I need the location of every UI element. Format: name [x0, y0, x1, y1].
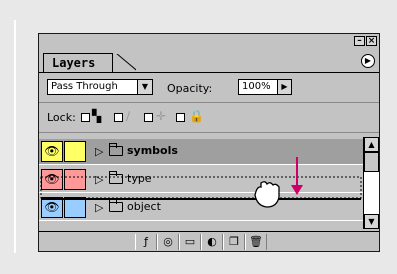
scroll-down-button[interactable]: ▼ [364, 214, 379, 229]
trash-icon[interactable]: 🗑 [245, 234, 267, 250]
background-bracket [0, 20, 16, 253]
brush-icon: ∕ [126, 109, 131, 123]
bottom-toolbar: ƒ ◎ ▭ ◐ ❐ 🗑 [39, 231, 379, 252]
scroll-thumb[interactable] [364, 152, 379, 172]
opacity-slider-button[interactable]: ▶ [278, 79, 292, 95]
title-bar[interactable]: – × [39, 34, 379, 50]
options-row: Pass Through ▼ Opacity: 100% ▶ [39, 76, 379, 100]
layer-scrollbar[interactable]: ▲ ▼ [363, 137, 379, 229]
add-mask-button[interactable]: ◎ [157, 234, 179, 250]
blend-mode-value: Pass Through [51, 81, 118, 92]
new-layer-button[interactable]: ❐ [223, 234, 245, 250]
hand-cursor-icon [254, 181, 280, 208]
lock-all-checkbox[interactable] [176, 113, 185, 122]
lock-label: Lock: [47, 111, 76, 124]
panel-menu-button[interactable]: ▶ [361, 54, 375, 68]
scroll-up-button[interactable]: ▲ [364, 137, 379, 152]
lock-icon: 🔒 [189, 109, 204, 123]
lock-image-checkbox[interactable] [114, 113, 123, 122]
layer-list: 👁 ▷ symbols 👁 ▷ type 👁 ▷ object [39, 137, 363, 229]
lock-row: Lock: ▚ ∕ ✛ 🔒 [39, 106, 379, 128]
chevron-down-icon[interactable]: ▼ [137, 80, 152, 94]
move-icon: ✛ [156, 109, 167, 123]
blend-mode-select[interactable]: Pass Through ▼ [47, 79, 153, 95]
tab-row: Layers ▶ [39, 50, 379, 73]
drag-overlay [40, 157, 362, 208]
transparency-icon: ▚ [92, 109, 102, 123]
divider [39, 102, 379, 103]
minimize-button[interactable]: – [354, 36, 365, 46]
opacity-label: Opacity: [167, 82, 213, 95]
opacity-input[interactable]: 100% [238, 79, 278, 95]
layer-style-button[interactable]: ƒ [135, 234, 157, 250]
layers-panel: – × Layers ▶ Pass Through ▼ Opacity: 100… [38, 33, 380, 252]
lock-position-checkbox[interactable] [144, 113, 153, 122]
adjustment-layer-button[interactable]: ◐ [201, 234, 223, 250]
tab-edge [112, 54, 136, 72]
tab-layers[interactable]: Layers [43, 53, 113, 72]
new-set-button[interactable]: ▭ [179, 234, 201, 250]
divider [39, 132, 379, 133]
close-button[interactable]: × [366, 36, 377, 46]
drag-outline [40, 176, 362, 199]
drag-arrow-head [291, 185, 303, 195]
lock-transparency-checkbox[interactable] [81, 113, 90, 122]
